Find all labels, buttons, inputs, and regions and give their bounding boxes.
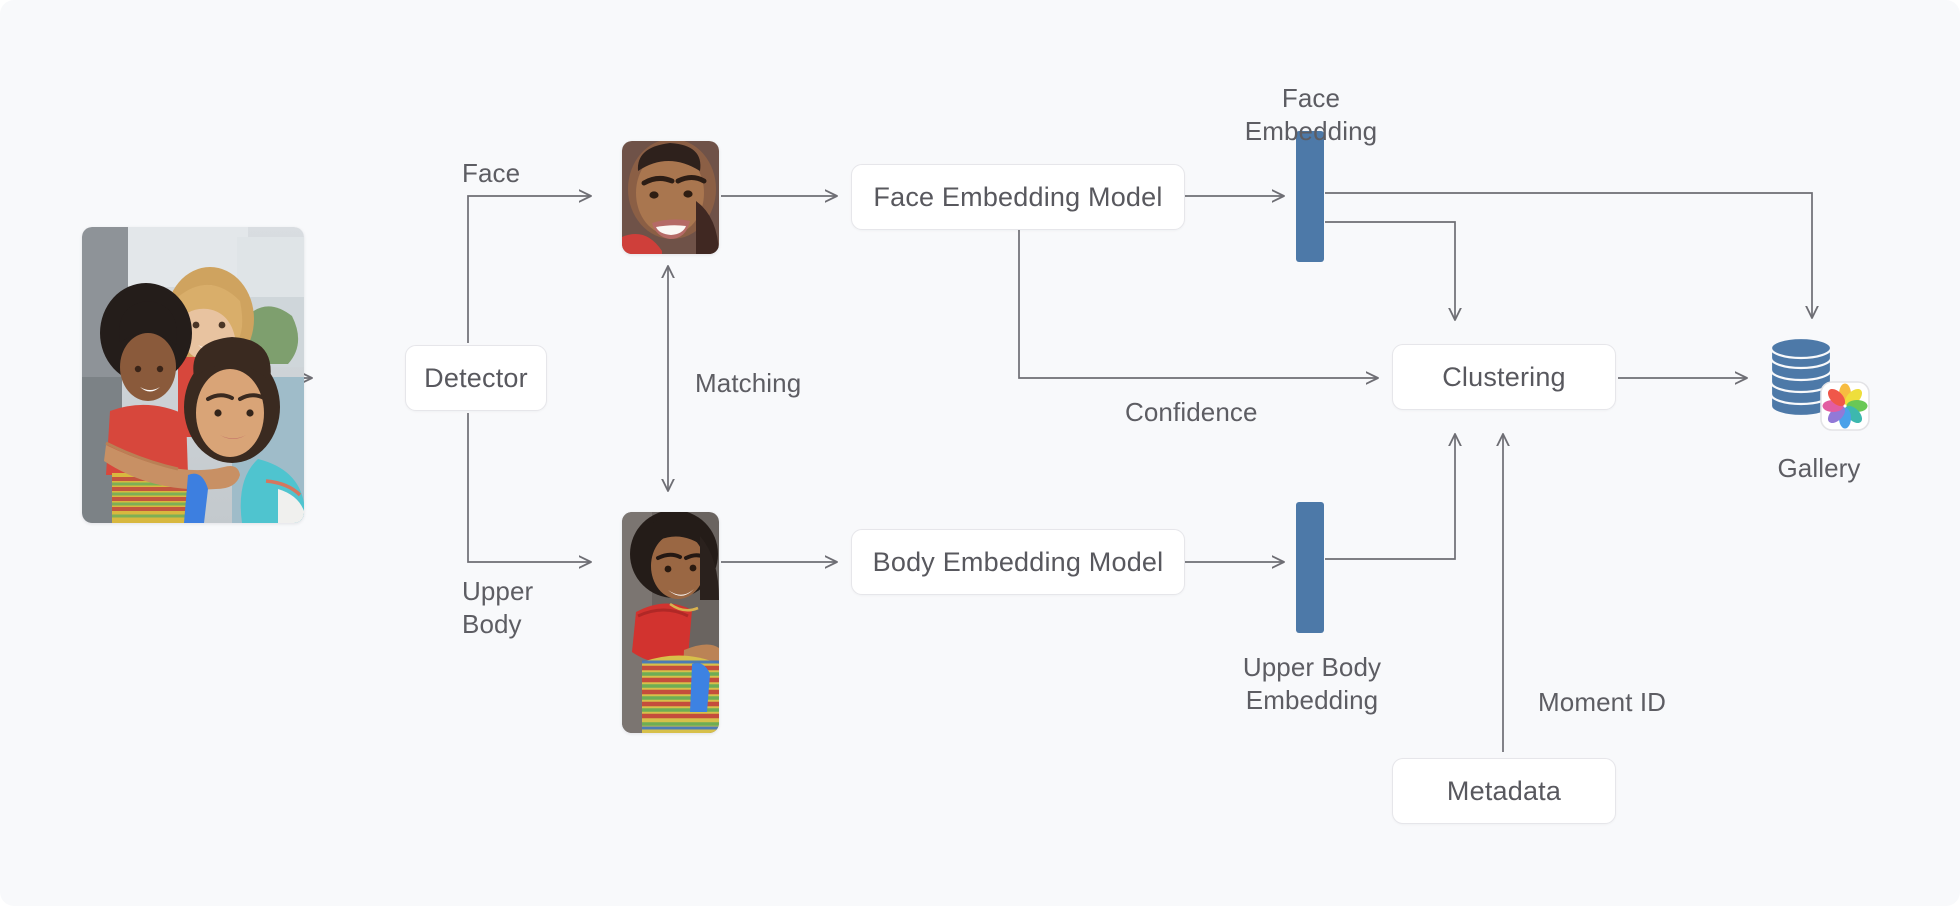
label-matching: Matching	[695, 368, 802, 398]
wire-confidence-to-clustering	[1018, 220, 1378, 378]
database-stack-icon	[1769, 336, 1870, 431]
node-metadata-label: Metadata	[1446, 775, 1562, 806]
label-upper-body-embedding: Upper Body Embedding	[1242, 652, 1382, 716]
face-crop-thumbnail[interactable]	[622, 141, 719, 254]
label-gallery: Gallery	[1777, 453, 1861, 483]
gallery-icon[interactable]	[1765, 332, 1873, 434]
wire-faceembedding-to-clustering	[1325, 221, 1455, 320]
label-face-embedding: Face Embedding	[1244, 83, 1378, 147]
wire-detector-to-body	[467, 413, 591, 562]
node-detector[interactable]: Detector	[405, 345, 547, 411]
wire-faceembedding-to-gallery	[1325, 192, 1812, 318]
node-body-embedding-model[interactable]: Body Embedding Model	[851, 529, 1185, 595]
node-face-embedding-model[interactable]: Face Embedding Model	[851, 164, 1185, 230]
face-embedding-bar	[1296, 131, 1324, 262]
wire-bodyembedding-to-clustering	[1325, 434, 1455, 560]
wire-detector-to-face	[467, 196, 591, 343]
body-crop-thumbnail[interactable]	[622, 512, 719, 733]
node-body-embedding-model-label: Body Embedding Model	[872, 546, 1164, 577]
label-moment-id: Moment ID	[1538, 687, 1667, 717]
source-photo-image	[82, 227, 304, 523]
body-crop-image	[622, 512, 719, 733]
label-confidence: Confidence	[1125, 397, 1258, 427]
label-face: Face	[462, 158, 521, 188]
label-upper-body: Upper Body	[462, 576, 534, 640]
face-crop-image	[622, 141, 719, 254]
node-face-embedding-model-label: Face Embedding Model	[873, 181, 1163, 212]
node-metadata[interactable]: Metadata	[1392, 758, 1616, 824]
node-clustering-label: Clustering	[1442, 361, 1566, 392]
node-detector-label: Detector	[424, 362, 528, 393]
diagram-canvas: Detector Face Embedding Model Body Embed…	[0, 0, 1960, 906]
node-clustering[interactable]: Clustering	[1392, 344, 1616, 410]
upper-body-embedding-bar	[1296, 502, 1324, 633]
photos-pinwheel-icon	[1820, 381, 1870, 431]
source-photo-thumbnail[interactable]	[82, 227, 304, 523]
